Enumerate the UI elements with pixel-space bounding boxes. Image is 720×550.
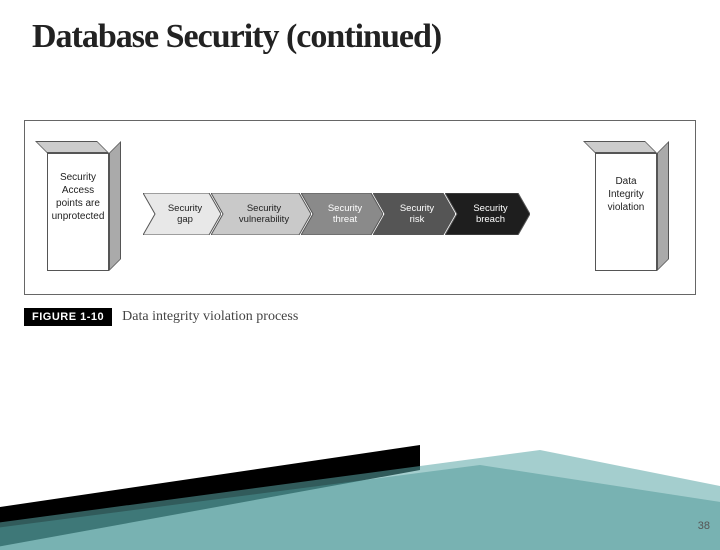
figure-frame: Security Access points are unprotected S…: [24, 120, 696, 295]
start-block: Security Access points are unprotected: [47, 141, 121, 271]
process-arrows: Security gap Security vulnerability Secu…: [143, 193, 530, 235]
figure-number-tag: FIGURE 1-10: [24, 308, 112, 326]
step-security-vulnerability: Security vulnerability: [211, 193, 311, 235]
start-block-label: Security Access points are unprotected: [51, 171, 105, 223]
step-label: Security breach: [473, 203, 507, 226]
step-security-risk: Security risk: [373, 193, 455, 235]
step-security-threat: Security threat: [301, 193, 383, 235]
step-label: Security threat: [328, 203, 362, 226]
figure-caption-text: Data integrity violation process: [122, 309, 298, 325]
decorative-swoosh: [0, 430, 720, 550]
step-label: Security vulnerability: [239, 203, 289, 226]
cube-top-face: [35, 141, 109, 153]
end-block: Data Integrity violation: [595, 141, 669, 271]
page-number: 38: [698, 520, 710, 532]
figure-caption: FIGURE 1-10 Data integrity violation pro…: [24, 308, 298, 326]
step-security-gap: Security gap: [143, 193, 221, 235]
end-block-label: Data Integrity violation: [599, 175, 653, 214]
cube-side-face: [109, 141, 121, 271]
cube-top-face: [583, 141, 657, 153]
slide-title: Database Security (continued): [0, 0, 720, 56]
step-label: Security gap: [168, 203, 202, 226]
step-label: Security risk: [400, 203, 434, 226]
cube-side-face: [657, 141, 669, 271]
step-security-breach: Security breach: [445, 193, 530, 235]
